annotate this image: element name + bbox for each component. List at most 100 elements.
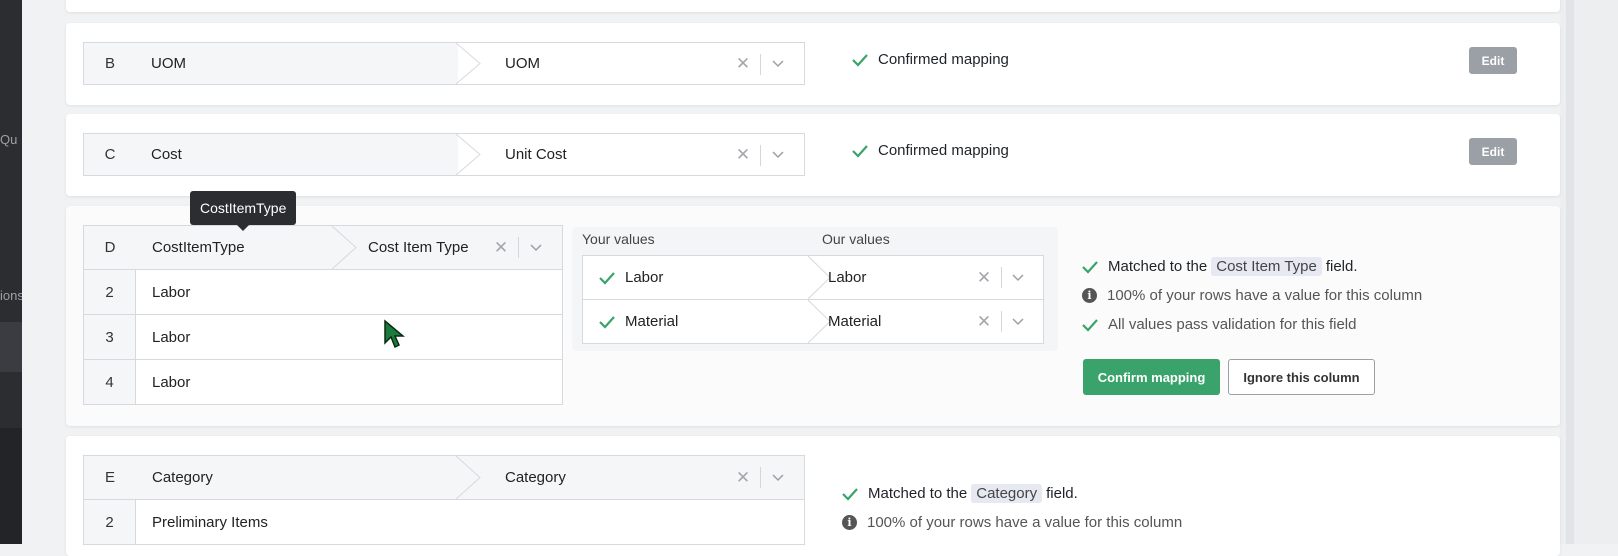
check-icon xyxy=(1082,318,1098,332)
mapping-row-b: B UOM UOM ✕ xyxy=(83,42,805,85)
chevron-down-icon[interactable] xyxy=(525,226,547,269)
validation-text: All values pass validation for this fiel… xyxy=(1108,316,1357,333)
cell-value: Labor xyxy=(152,283,191,301)
target-field-select[interactable]: Unit Cost xyxy=(505,134,567,175)
chevron-down-icon[interactable] xyxy=(1007,300,1029,343)
edit-button[interactable]: Edit xyxy=(1469,138,1517,165)
close-icon[interactable]: ✕ xyxy=(973,256,995,299)
column-letter: B xyxy=(84,43,136,84)
cell-value: Labor xyxy=(152,373,191,391)
matched-suffix: field. xyxy=(1046,485,1078,502)
column-letter: E xyxy=(84,456,136,499)
check-icon xyxy=(1082,260,1098,274)
mapping-info-d: Matched to the Cost Item Type field. i 1… xyxy=(1082,252,1422,339)
our-values-label: Our values xyxy=(822,231,890,247)
left-sidebar: Qu ions xyxy=(0,0,22,544)
mapping-row-c: C Cost Unit Cost ✕ xyxy=(83,133,805,176)
cell-value: Preliminary Items xyxy=(152,513,268,531)
sidebar-fragment-text: Qu xyxy=(0,132,18,147)
row-number: 2 xyxy=(84,270,136,314)
matched-field-tag: Cost Item Type xyxy=(1211,257,1322,276)
target-field-select[interactable]: UOM xyxy=(505,43,540,84)
previous-column-card xyxy=(66,0,1560,12)
table-row: 3 Labor xyxy=(84,315,562,360)
value-mapping-row: Labor Labor ✕ xyxy=(583,256,1043,300)
chevron-down-icon[interactable] xyxy=(767,134,789,175)
chevron-down-icon[interactable] xyxy=(1007,256,1029,299)
close-icon[interactable]: ✕ xyxy=(490,226,512,269)
target-field-select[interactable]: Cost Item Type xyxy=(368,226,469,269)
check-icon xyxy=(852,53,868,67)
cell-value: Labor xyxy=(152,328,191,346)
rows-with-value-text: 100% of your rows have a value for this … xyxy=(1107,287,1423,304)
target-field-select[interactable]: Category xyxy=(505,456,566,499)
table-row: 2 Labor xyxy=(84,270,562,315)
sidebar-block xyxy=(0,428,22,544)
divider xyxy=(760,467,761,488)
source-column-name: Cost xyxy=(136,134,458,175)
column-letter: C xyxy=(84,134,136,175)
divider xyxy=(518,237,519,258)
your-values-label: Your values xyxy=(582,231,655,247)
row-number: 4 xyxy=(84,360,136,404)
rows-with-value-info: i 100% of your rows have a value for thi… xyxy=(1082,281,1422,310)
your-value: Labor xyxy=(599,256,663,299)
mapping-status: Confirmed mapping xyxy=(852,142,1009,159)
info-icon: i xyxy=(842,515,857,530)
source-column-name: Category xyxy=(152,469,213,486)
your-value-text: Labor xyxy=(625,269,664,286)
close-icon[interactable]: ✕ xyxy=(732,456,754,499)
column-card-b: B UOM UOM ✕ Confirmed mapping Edit xyxy=(66,23,1560,105)
close-icon[interactable]: ✕ xyxy=(732,43,754,84)
chevron-down-icon[interactable] xyxy=(767,456,789,499)
check-icon xyxy=(852,144,868,158)
info-icon: i xyxy=(1082,288,1097,303)
source-column-name: UOM xyxy=(136,43,458,84)
rows-with-value-info: i 100% of your rows have a value for thi… xyxy=(842,508,1182,537)
scrollbar-track[interactable] xyxy=(1566,0,1574,544)
close-icon[interactable]: ✕ xyxy=(973,300,995,343)
column-card-c: C Cost Unit Cost ✕ Confirmed mapping Edi… xyxy=(66,114,1560,196)
status-text: Confirmed mapping xyxy=(878,51,1009,68)
chevron-down-icon[interactable] xyxy=(767,43,789,84)
edit-button[interactable]: Edit xyxy=(1469,47,1517,74)
mapping-row-d: D CostItemType Cost Item Type ✕ xyxy=(84,226,562,270)
matched-field-tag: Category xyxy=(971,484,1043,503)
divider xyxy=(1001,267,1002,288)
mapping-info-e: Matched to the Category field. i 100% of… xyxy=(842,479,1182,537)
sidebar-block xyxy=(0,322,22,372)
sample-table-d: D CostItemType Cost Item Type ✕ 2 Labor … xyxy=(83,225,563,405)
check-icon xyxy=(599,271,615,285)
status-text: Confirmed mapping xyxy=(878,142,1009,159)
your-value-text: Material xyxy=(625,313,679,330)
matched-prefix: Matched to the xyxy=(1108,258,1208,275)
your-value: Material xyxy=(599,300,678,343)
matched-suffix: field. xyxy=(1325,258,1358,275)
arrow-separator-icon xyxy=(332,226,357,269)
mapping-status: Confirmed mapping xyxy=(852,51,1009,68)
divider xyxy=(760,145,761,166)
source-column-name: CostItemType xyxy=(152,239,245,256)
sample-table-e: E Category Category ✕ 2 Preliminary Item… xyxy=(83,455,805,545)
value-mapping-row: Material Material ✕ xyxy=(583,300,1043,343)
validation-info: All values pass validation for this fiel… xyxy=(1082,310,1422,339)
mouse-cursor-icon xyxy=(384,319,405,349)
matched-field-info: Matched to the Cost Item Type field. xyxy=(1082,252,1422,281)
ignore-column-button[interactable]: Ignore this column xyxy=(1228,359,1375,395)
arrow-separator-icon xyxy=(456,134,481,175)
row-number: 2 xyxy=(84,500,136,544)
divider xyxy=(760,54,761,75)
sidebar-fragment-text: ions xyxy=(0,288,22,303)
column-name-tooltip: CostItemType xyxy=(190,191,297,231)
our-value-select[interactable]: Labor xyxy=(828,256,866,299)
mapping-row-e: E Category Category ✕ xyxy=(84,456,804,500)
check-icon xyxy=(842,487,858,501)
confirm-mapping-button[interactable]: Confirm mapping xyxy=(1083,359,1220,395)
arrow-separator-icon xyxy=(456,456,481,499)
check-icon xyxy=(599,315,615,329)
value-mapping-grid: Labor Labor ✕ Material Material ✕ xyxy=(582,255,1044,344)
our-value-select[interactable]: Material xyxy=(828,300,881,343)
close-icon[interactable]: ✕ xyxy=(732,134,754,175)
column-letter: D xyxy=(84,226,136,269)
divider xyxy=(1001,311,1002,332)
